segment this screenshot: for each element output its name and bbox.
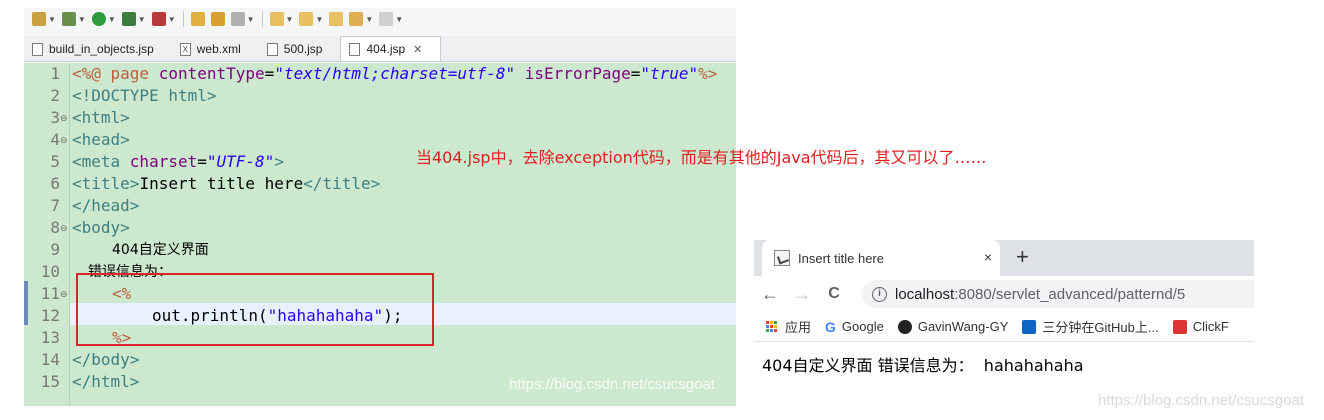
- url-path: :8080/servlet_advanced/patternd/5: [954, 285, 1186, 303]
- bookmark-github[interactable]: GavinWang-GY: [897, 319, 1009, 334]
- close-icon[interactable]: ✕: [413, 43, 422, 56]
- tab-500-jsp[interactable]: 500.jsp: [259, 37, 341, 61]
- highlight-box: [76, 273, 434, 346]
- jsp-file-icon: [266, 42, 278, 56]
- toolbar-separator: [261, 11, 263, 27]
- line-number: 2: [50, 86, 60, 105]
- page-content-text: 404自定义界面 错误信息为： hahahahaha: [762, 356, 1084, 375]
- browser-nav-bar: ← → C i localhost:8080/servlet_advanced/…: [754, 276, 1254, 312]
- line-number: 9: [50, 240, 60, 259]
- page-favicon-icon: [774, 250, 790, 266]
- tab-label: build_in_objects.jsp: [49, 42, 154, 56]
- back-arrow-icon[interactable]: ▼: [347, 10, 375, 28]
- code-line-5: <meta charset="UTF-8">: [72, 152, 284, 171]
- fold-toggle-icon[interactable]: ⊖: [60, 217, 70, 239]
- bookmark-label: 三分钟在GitHub上...: [1042, 320, 1159, 335]
- code-line-6: <title>Insert title here</title>: [72, 174, 381, 193]
- back-icon[interactable]: ←: [754, 284, 786, 305]
- new-tab-icon[interactable]: +: [1016, 246, 1029, 268]
- open-type-icon[interactable]: [209, 10, 227, 28]
- code-line-7: </head>: [72, 196, 140, 215]
- annotation-text: 当404.jsp中，去除exception代码，而是有其他的Java代码后，其又…: [416, 148, 987, 167]
- bookmark-apps[interactable]: 应用: [766, 317, 811, 336]
- next-annotation-icon[interactable]: ▼: [268, 10, 296, 28]
- bookmark-label: ClickF: [1192, 319, 1229, 334]
- toolbar-separator: [182, 11, 184, 27]
- jsp-file-icon: [349, 42, 361, 56]
- eclipse-editor-window: ▼ ▼ ▼ ▼ ▼ ▼ ▼ ▼ ▼ ▼ build_in_objects.jsp…: [24, 8, 736, 406]
- forward-arrow-icon[interactable]: ▼: [377, 10, 405, 28]
- code-line-9: 404自定义界面: [112, 242, 209, 258]
- close-tab-icon[interactable]: ×: [984, 249, 992, 265]
- tab-build-in-objects-jsp[interactable]: build_in_objects.jsp: [24, 37, 172, 61]
- debug-icon[interactable]: ▼: [60, 10, 88, 28]
- bookmark-google[interactable]: G Google: [825, 319, 884, 334]
- code-line-3: <html>: [72, 108, 130, 127]
- previous-annotation-icon[interactable]: ▼: [297, 10, 325, 28]
- line-number: 1: [50, 64, 60, 83]
- browser-window: Insert title here × + ← → C i localhost:…: [754, 240, 1254, 380]
- bookmark-zhihu[interactable]: 三分钟在GitHub上...: [1022, 317, 1159, 336]
- debug-perspective-icon[interactable]: ▼: [30, 10, 58, 28]
- tab-web-xml[interactable]: X web.xml: [172, 37, 259, 61]
- last-edit-icon[interactable]: [327, 10, 345, 28]
- bookmark-label: Google: [841, 319, 884, 334]
- line-number: 3: [50, 108, 60, 127]
- coverage-icon[interactable]: ▼: [120, 10, 148, 28]
- line-number: 14: [40, 350, 60, 369]
- line-number: 15: [40, 372, 60, 391]
- watermark: https://blog.csdn.net/csucsgoat: [509, 376, 715, 393]
- tab-label: web.xml: [196, 42, 241, 56]
- apps-icon: [766, 321, 777, 332]
- fold-toggle-icon[interactable]: ⊖: [60, 129, 70, 151]
- line-number: 4: [50, 130, 60, 149]
- site-info-icon[interactable]: i: [872, 286, 887, 302]
- tab-label: 500.jsp: [283, 42, 323, 56]
- code-line-2: <!DOCTYPE html>: [72, 86, 217, 105]
- fold-toggle-icon[interactable]: ⊖: [60, 107, 70, 129]
- line-number: 11: [40, 284, 60, 303]
- open-folder-icon[interactable]: [189, 10, 207, 28]
- code-line-8: <body>: [72, 218, 130, 237]
- line-number: 7: [50, 196, 60, 215]
- tab-label: 404.jsp: [366, 42, 406, 56]
- address-bar[interactable]: i localhost:8080/servlet_advanced/patter…: [862, 280, 1254, 308]
- line-number: 12: [40, 306, 60, 325]
- fold-toggle-icon[interactable]: ⊖: [60, 283, 70, 305]
- pencil-icon[interactable]: ▼: [229, 10, 257, 28]
- line-number: 5: [50, 152, 60, 171]
- bookmarks-bar: 应用 G Google GavinWang-GY 三分钟在GitHub上... …: [754, 312, 1254, 342]
- code-line-15: </html>: [72, 372, 140, 391]
- zhihu-icon: [1022, 319, 1037, 334]
- jsp-file-icon: [32, 42, 43, 56]
- eclipse-toolbar: ▼ ▼ ▼ ▼ ▼ ▼ ▼ ▼ ▼ ▼: [24, 8, 736, 30]
- tab-404-jsp[interactable]: 404.jsp ✕: [340, 36, 442, 61]
- watermark: https://blog.csdn.net/csucsgoat: [1098, 392, 1304, 409]
- bookmark-clickfunnels[interactable]: ClickF: [1172, 319, 1229, 334]
- google-icon: G: [825, 318, 836, 335]
- browser-tab[interactable]: Insert title here ×: [762, 240, 1000, 276]
- line-number: 10: [40, 262, 60, 281]
- editor-tab-bar: build_in_objects.jsp X web.xml 500.jsp 4…: [24, 36, 736, 62]
- code-line-14: </body>: [72, 350, 140, 369]
- forward-icon[interactable]: →: [786, 284, 818, 305]
- line-number: 8: [50, 218, 60, 237]
- code-line-1: <%@ page contentType="text/html;charset=…: [72, 64, 718, 83]
- code-line-4: <head>: [72, 130, 130, 149]
- bookmark-label: GavinWang-GY: [917, 319, 1009, 334]
- bookmark-label: 应用: [785, 320, 812, 335]
- browser-tab-title: Insert title here: [798, 250, 884, 266]
- xml-file-icon: X: [179, 42, 191, 56]
- url-host: localhost: [895, 285, 955, 303]
- clickfunnels-icon: [1172, 319, 1187, 334]
- browser-tab-strip: Insert title here × +: [754, 240, 1254, 276]
- external-tools-icon[interactable]: ▼: [150, 10, 178, 28]
- line-number: 6: [50, 174, 60, 193]
- github-icon: [897, 319, 912, 334]
- line-number: 13: [40, 328, 60, 347]
- reload-icon[interactable]: C: [818, 285, 850, 303]
- code-editor[interactable]: 1 2 3 4 5 6 7 8 9 10 11 12 13 14 15 ⊖ ⊖ …: [24, 63, 736, 406]
- run-icon[interactable]: ▼: [90, 10, 118, 28]
